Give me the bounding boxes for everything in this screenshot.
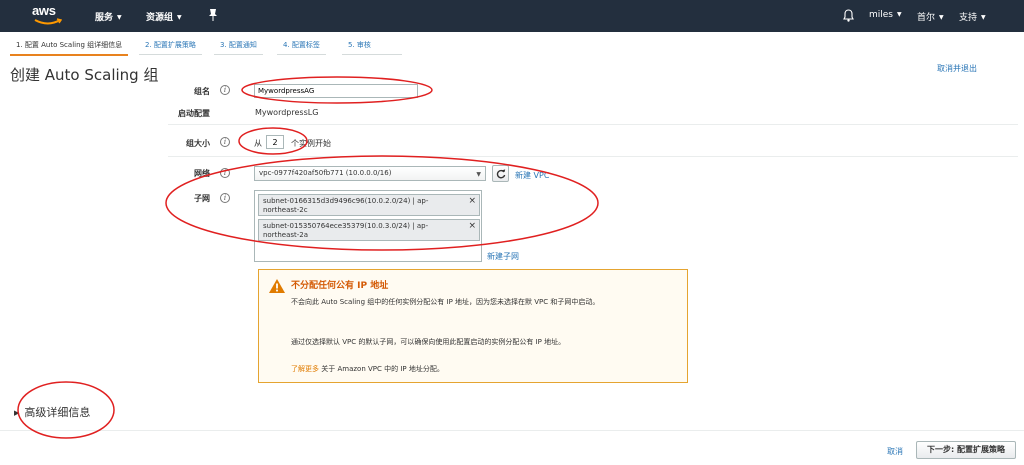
warning-text-1: 不会向此 Auto Scaling 组中的任何实例分配公有 IP 地址，因为您未…: [291, 298, 600, 306]
group-name-input[interactable]: [254, 84, 418, 98]
chevron-down-icon: ▼: [939, 14, 944, 21]
subnet-chip: subnet-0166315d3d9496c96(10.0.2.0/24) | …: [258, 194, 480, 216]
info-icon[interactable]: i: [220, 137, 230, 147]
subnet-chip-line1: subnet-015350764ece35379(10.0.3.0/24) | …: [263, 222, 429, 230]
caret-right-icon: ▶: [14, 409, 20, 417]
warning-text-3: 了解更多 关于 Amazon VPC 中的 IP 地址分配。: [291, 363, 681, 376]
chevron-down-icon: ▼: [117, 14, 122, 21]
new-vpc-link[interactable]: 新建 VPC: [515, 170, 549, 181]
bell-icon[interactable]: [843, 9, 854, 22]
warning-alert: 不分配任何公有 IP 地址 不会向此 Auto Scaling 组中的任何实例分…: [258, 269, 688, 383]
chevron-down-icon: ▼: [177, 14, 182, 21]
launch-config-label: 启动配置: [178, 109, 210, 118]
info-icon[interactable]: i: [220, 85, 230, 95]
chevron-down-icon: ▼: [476, 171, 481, 178]
step-3-tab[interactable]: 3. 配置通知: [214, 40, 263, 55]
warning-icon: [269, 279, 285, 293]
subnet-chip-line2: northeast-2a: [263, 231, 309, 239]
subnet-label: 子网: [194, 194, 210, 203]
subnet-multiselect[interactable]: subnet-0166315d3d9496c96(10.0.2.0/24) | …: [254, 190, 482, 262]
refresh-button[interactable]: [492, 165, 509, 182]
new-subnet-link[interactable]: 新建子网: [487, 251, 519, 262]
support-menu[interactable]: 支持 ▼: [959, 10, 986, 23]
group-size-suffix: 个实例开始: [291, 139, 331, 148]
close-icon[interactable]: ×: [468, 197, 476, 206]
next-button[interactable]: 下一步: 配置扩展策略: [916, 441, 1016, 459]
page-title: 创建 Auto Scaling 组: [10, 66, 159, 84]
group-size-label: 组大小: [186, 139, 210, 148]
cancel-button[interactable]: 取消: [887, 446, 903, 457]
group-name-label: 组名: [194, 87, 210, 96]
services-menu[interactable]: 服务 ▼: [95, 10, 122, 23]
chevron-down-icon: ▼: [981, 14, 986, 21]
network-selected-value: vpc-0977f420af50fb771 (10.0.0.0/16): [259, 169, 392, 177]
info-icon[interactable]: i: [220, 168, 230, 178]
network-label: 网络: [194, 169, 210, 178]
subnet-chip: subnet-015350764ece35379(10.0.3.0/24) | …: [258, 219, 480, 241]
group-size-prefix: 从: [254, 139, 262, 148]
step-5-tab[interactable]: 5. 审核: [342, 40, 402, 55]
warning-link-suffix: 关于 Amazon VPC 中的 IP 地址分配。: [321, 365, 444, 373]
network-select[interactable]: vpc-0977f420af50fb771 (10.0.0.0/16) ▼: [254, 166, 486, 181]
region-label: 首尔: [917, 13, 936, 23]
aws-logo-text: aws: [32, 3, 56, 18]
subnet-chip-line1: subnet-0166315d3d9496c96(10.0.2.0/24) | …: [263, 197, 429, 205]
warning-title: 不分配任何公有 IP 地址: [291, 281, 389, 291]
step-2-tab[interactable]: 2. 配置扩展策略: [139, 40, 202, 55]
region-menu[interactable]: 首尔 ▼: [917, 10, 944, 23]
advanced-details-label: 高级详细信息: [24, 406, 91, 419]
step-1-tab[interactable]: 1. 配置 Auto Scaling 组详细信息: [10, 40, 129, 56]
info-icon[interactable]: i: [220, 193, 230, 203]
divider: [168, 156, 1018, 157]
subnet-chip-line2: northeast-2c: [263, 206, 308, 214]
support-label: 支持: [959, 13, 978, 23]
step-4-tab[interactable]: 4. 配置标签: [277, 40, 326, 55]
services-label: 服务: [95, 13, 114, 23]
divider: [168, 124, 1018, 125]
group-size-input[interactable]: [266, 135, 284, 149]
divider: [0, 430, 1024, 431]
learn-more-link[interactable]: 了解更多: [291, 365, 319, 373]
close-icon[interactable]: ×: [468, 222, 476, 231]
launch-config-value: MywordpressLG: [255, 108, 319, 117]
resource-groups-menu[interactable]: 资源组 ▼: [146, 10, 182, 23]
pin-icon[interactable]: [207, 8, 219, 22]
top-nav-bar: aws 服务 ▼ 资源组 ▼ miles ▼ 首尔 ▼ 支持 ▼: [0, 0, 1024, 32]
aws-smile-icon: [34, 18, 62, 25]
user-menu[interactable]: miles ▼: [869, 10, 902, 20]
resource-groups-label: 资源组: [146, 13, 174, 23]
warning-text-2: 通过仅选择默认 VPC 的默认子网，可以确保向使用此配置启动的实例分配公有 IP…: [291, 338, 566, 346]
user-label: miles: [869, 10, 893, 20]
cancel-and-exit-link[interactable]: 取消并退出: [937, 63, 977, 74]
chevron-down-icon: ▼: [897, 11, 902, 18]
aws-logo[interactable]: aws: [32, 4, 66, 28]
refresh-icon: [496, 169, 506, 179]
advanced-details-toggle[interactable]: ▶ 高级详细信息: [14, 404, 90, 420]
